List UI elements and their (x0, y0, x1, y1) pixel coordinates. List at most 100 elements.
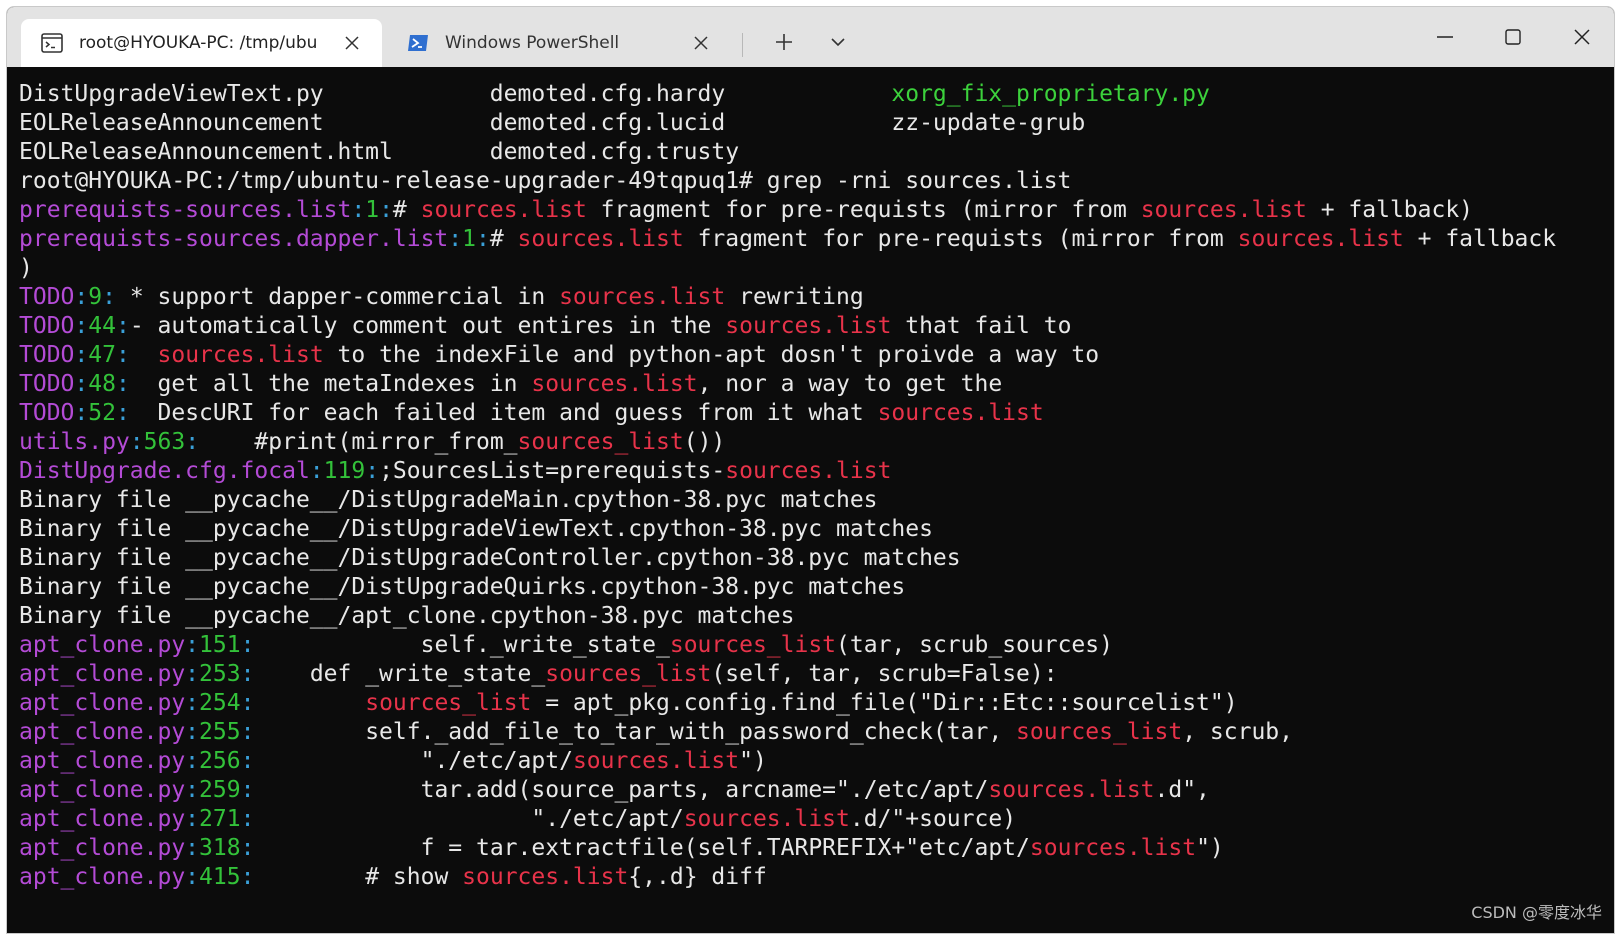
terminal-text-segment: Binary file __pycache__/DistUpgradeMain.… (19, 487, 878, 513)
terminal-line: TODO:44:- automatically comment out enti… (19, 312, 1614, 341)
terminal-text-segment: apt_clone.py (19, 777, 186, 803)
terminal-text-segment: apt_clone.py (19, 806, 186, 832)
terminal-text-segment: DistUpgrade.cfg.focal (19, 458, 310, 484)
terminal-text-segment: : (102, 284, 116, 310)
terminal-text-segment: : (74, 284, 89, 310)
terminal-text-segment: ) (19, 255, 33, 281)
terminal-text-segment: : (240, 835, 255, 861)
terminal-text-segment: apt_clone.py (19, 719, 186, 745)
terminal-text-segment: : (185, 429, 200, 455)
terminal-text-segment: sources.list (420, 197, 587, 223)
tab-dropdown-button[interactable] (821, 25, 855, 59)
terminal-text-segment: 48 (88, 371, 116, 397)
terminal-text-segment: , scrub, (1182, 719, 1293, 745)
terminal-text-segment: 253 (199, 661, 241, 687)
terminal-window: root@HYOUKA-PC: /tmp/ubu Windows PowerSh… (6, 6, 1615, 934)
terminal-text-segment: : (240, 777, 255, 803)
terminal-text-segment: .d/"+source) (849, 806, 1017, 832)
terminal-text-segment: : (185, 748, 200, 774)
terminal-text-segment: 47 (88, 342, 116, 368)
terminal-line: utils.py:563: #print(mirror_from_sources… (19, 428, 1614, 457)
terminal-text-segment: 415 (199, 864, 241, 890)
terminal-text-segment: ()) (683, 429, 726, 455)
terminal-text-segment: : (185, 661, 200, 687)
terminal-text-segment: : (475, 226, 490, 252)
terminal-line: prerequists-sources.dapper.list:1:# sour… (19, 225, 1614, 254)
terminal-text-segment: apt_clone.py (19, 835, 186, 861)
terminal-text-segment: sources.list (725, 458, 892, 484)
terminal-text-segment: : (185, 835, 200, 861)
terminal-text-segment: sources.list (1029, 835, 1197, 861)
terminal-text-segment: : (115, 371, 130, 397)
terminal-text-segment: TODO (19, 284, 75, 310)
terminal-text-segment: Binary file __pycache__/DistUpgradeContr… (19, 545, 961, 571)
terminal-text-segment: : (115, 400, 130, 426)
terminal-line: DistUpgrade.cfg.focal:119:;SourcesList=p… (19, 457, 1614, 486)
terminal-text-segment: 563 (143, 429, 186, 455)
terminal-text-segment: root@HYOUKA-PC:/tmp/ubuntu-release-upgra… (19, 168, 1072, 194)
terminal-text-segment: DescURI for each failed item and guess f… (129, 400, 878, 426)
maximize-icon (1505, 29, 1521, 45)
terminal-text-segment: : (309, 458, 324, 484)
tab-label: Windows PowerShell (445, 33, 620, 53)
minimize-button[interactable] (1417, 17, 1473, 57)
terminal-text-segment: : (240, 748, 255, 774)
terminal-line: EOLReleaseAnnouncement.html demoted.cfg.… (19, 138, 1614, 167)
terminal-text-segment: * support dapper-commercial in (115, 284, 560, 310)
terminal-text-segment: DistUpgradeViewText.py demoted.cfg.hardy (19, 81, 892, 107)
terminal-text-segment: : (74, 342, 89, 368)
terminal-text-segment: 318 (199, 835, 241, 861)
terminal-line: ) (19, 254, 1614, 283)
maximize-button[interactable] (1485, 17, 1541, 57)
terminal-output[interactable]: DistUpgradeViewText.py demoted.cfg.hardy… (7, 67, 1614, 933)
terminal-text-segment: : (185, 777, 200, 803)
terminal-text-segment: : (448, 226, 463, 252)
terminal-line: Binary file __pycache__/DistUpgradeViewT… (19, 515, 1614, 544)
terminal-text-segment: "./etc/apt/ (254, 748, 573, 774)
watermark: CSDN @零度冰华 (1471, 903, 1602, 922)
terminal-text-segment: : (240, 690, 255, 716)
terminal-line: apt_clone.py:253: def _write_state_sourc… (19, 660, 1614, 689)
terminal-text-segment: : (185, 690, 200, 716)
terminal-line: TODO:52: DescURI for each failed item an… (19, 399, 1614, 428)
terminal-text-segment: 44 (88, 313, 116, 339)
close-window-button[interactable] (1554, 17, 1610, 57)
terminal-text-segment: sources_list (517, 429, 684, 455)
terminal-text-segment: get all the metaIndexes in (129, 371, 532, 397)
tab-ubuntu-shell[interactable]: root@HYOUKA-PC: /tmp/ubu (21, 19, 382, 67)
terminal-text-segment: 119 (323, 458, 366, 484)
terminal-line: Binary file __pycache__/apt_clone.cpytho… (19, 602, 1614, 631)
terminal-text-segment: : (240, 661, 255, 687)
terminal-text-segment: 256 (199, 748, 241, 774)
terminal-text-segment: : (74, 313, 89, 339)
terminal-text-segment: xorg_fix_proprietary.py (891, 81, 1210, 107)
terminal-text-segment: Binary file __pycache__/DistUpgradeQuirk… (19, 574, 906, 600)
terminal-text-segment: ;SourcesList=prerequists- (379, 458, 726, 484)
new-tab-button[interactable] (767, 25, 801, 59)
terminal-text-segment: rewriting (725, 284, 864, 310)
close-icon (1574, 29, 1590, 45)
tab-label: root@HYOUKA-PC: /tmp/ubu (79, 33, 318, 53)
terminal-text-segment: Binary file __pycache__/apt_clone.cpytho… (19, 603, 795, 629)
terminal-text-segment: apt_clone.py (19, 748, 186, 774)
terminal-text-segment: : (365, 458, 380, 484)
terminal-line: prerequists-sources.list:1:# sources.lis… (19, 196, 1614, 225)
terminal-text-segment: Binary file __pycache__/DistUpgradeViewT… (19, 516, 933, 542)
terminal-text-segment: sources.list (517, 226, 684, 252)
terminal-text-segment: : (115, 342, 130, 368)
close-tab-icon[interactable] (338, 29, 366, 57)
terminal-text-segment: sources_list (669, 632, 837, 658)
terminal-text-segment: .d", (1154, 777, 1210, 803)
terminal-text-segment: # (489, 226, 518, 252)
terminal-line: apt_clone.py:415: # show sources.list{,.… (19, 863, 1614, 892)
terminal-text-segment: : (74, 400, 89, 426)
terminal-text-segment: that fail to (891, 313, 1072, 339)
tab-powershell[interactable]: Windows PowerShell (387, 19, 731, 67)
close-tab-icon[interactable] (687, 29, 715, 57)
terminal-line: apt_clone.py:254: sources_list = apt_pkg… (19, 689, 1614, 718)
terminal-text-segment: tar.add(source_parts, arcname="./etc/apt… (254, 777, 989, 803)
terminal-text-segment: 259 (199, 777, 241, 803)
terminal-line: apt_clone.py:255: self._add_file_to_tar_… (19, 718, 1614, 747)
